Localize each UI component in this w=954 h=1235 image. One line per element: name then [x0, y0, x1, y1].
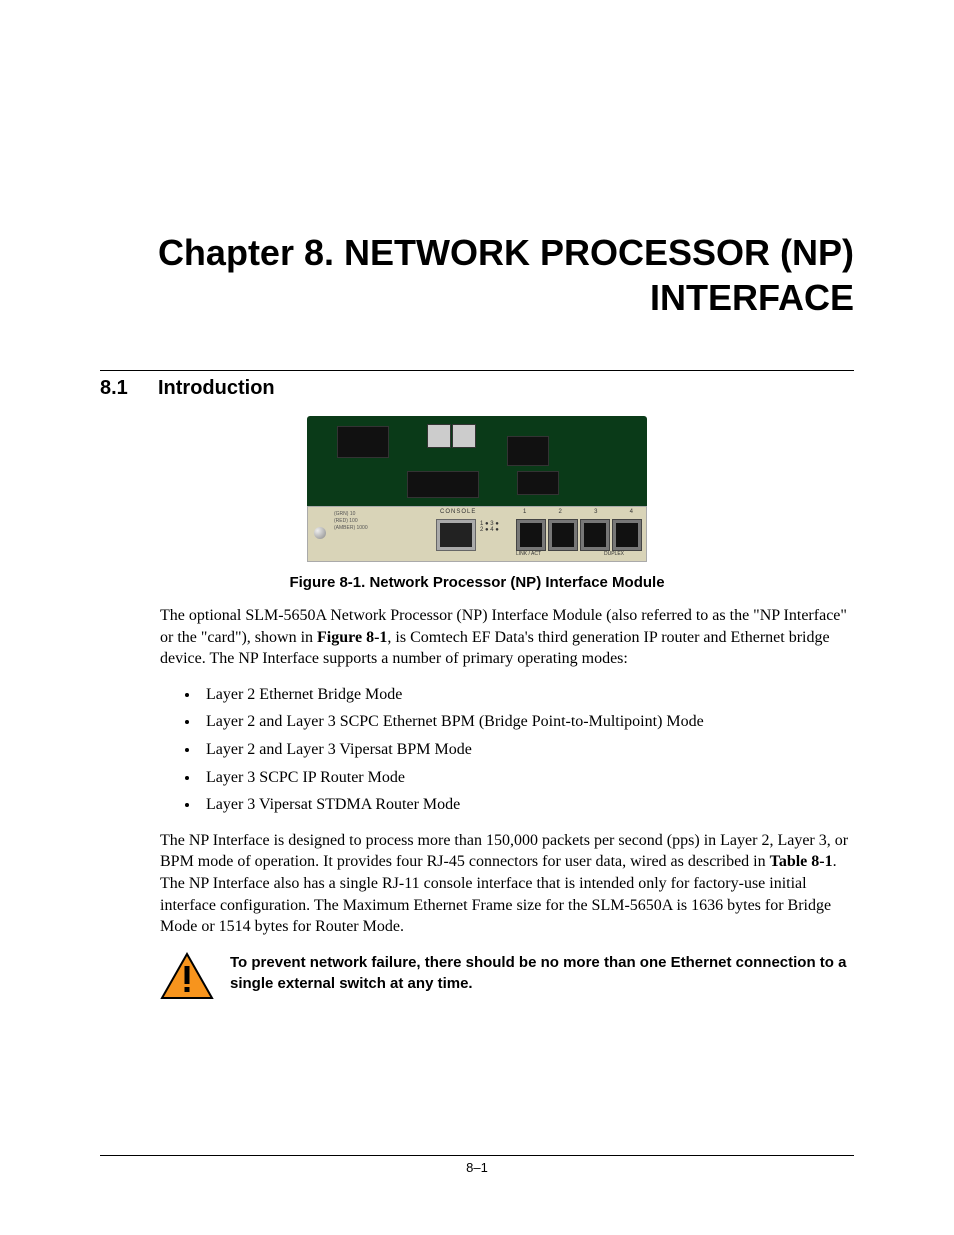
duplex-label: DUPLEX	[604, 551, 624, 557]
intro-paragraph-1: The optional SLM-5650A Network Processor…	[160, 605, 854, 670]
legend-row: (RED) 100	[334, 518, 368, 525]
rj45-ports	[516, 519, 642, 551]
legend-row: (AMBER) 1000	[334, 525, 368, 532]
rj45-port-icon	[516, 519, 546, 551]
figure-caption: Figure 8-1. Network Processor (NP) Inter…	[100, 574, 854, 591]
section-heading: 8.1 Introduction	[100, 377, 854, 400]
list-item: Layer 3 Vipersat STDMA Router Mode	[200, 794, 854, 816]
warning-text: To prevent network failure, there should…	[230, 952, 854, 994]
chip-icon	[407, 471, 479, 498]
list-item: Layer 3 SCPC IP Router Mode	[200, 767, 854, 789]
table-reference: Table 8-1	[770, 853, 833, 870]
warning-note: To prevent network failure, there should…	[160, 952, 854, 1000]
legend-row: (GRN) 10	[334, 511, 368, 518]
page: Chapter 8. NETWORK PROCESSOR (NP) INTERF…	[0, 0, 954, 1235]
intro-paragraph-2: The NP Interface is designed to process …	[160, 830, 854, 938]
np-module-image: (GRN) 10 (RED) 100 (AMBER) 1000 CONSOLE …	[307, 416, 647, 562]
warning-icon	[160, 952, 214, 1000]
chip-icon	[427, 424, 451, 448]
port-led-matrix: 1 ● 3 ● 2 ● 4 ●	[480, 521, 499, 533]
figure-reference: Figure 8-1	[317, 629, 387, 646]
chip-icon	[517, 471, 559, 495]
section-rule	[100, 370, 854, 371]
screw-icon	[314, 527, 326, 539]
chip-icon	[507, 436, 549, 466]
rj45-port-icon	[548, 519, 578, 551]
rj45-port-icon	[580, 519, 610, 551]
figure-8-1: (GRN) 10 (RED) 100 (AMBER) 1000 CONSOLE …	[100, 416, 854, 562]
link-act-label: LINK / ACT	[516, 551, 541, 557]
page-number: 8–1	[466, 1160, 488, 1175]
list-item: Layer 2 Ethernet Bridge Mode	[200, 684, 854, 706]
pcb	[307, 416, 647, 506]
text-fragment: The NP Interface is designed to process …	[160, 832, 848, 871]
console-label: CONSOLE	[440, 509, 476, 515]
chapter-title: Chapter 8. NETWORK PROCESSOR (NP) INTERF…	[100, 230, 854, 320]
operating-mode-list: Layer 2 Ethernet Bridge Mode Layer 2 and…	[160, 684, 854, 816]
section-number: 8.1	[100, 377, 158, 400]
port-num: 1	[523, 509, 526, 515]
led-row: 2 ● 4 ●	[480, 527, 499, 533]
chip-icon	[452, 424, 476, 448]
chip-icon	[337, 426, 389, 458]
rj11-port-icon	[436, 519, 476, 551]
list-item: Layer 2 and Layer 3 SCPC Ethernet BPM (B…	[200, 711, 854, 733]
rj45-port-icon	[612, 519, 642, 551]
section-title: Introduction	[158, 377, 275, 400]
port-num: 2	[559, 509, 562, 515]
faceplate: (GRN) 10 (RED) 100 (AMBER) 1000 CONSOLE …	[307, 506, 647, 562]
port-num: 3	[594, 509, 597, 515]
port-number-labels: 1 2 3 4	[523, 509, 633, 515]
footer-rule	[100, 1155, 854, 1156]
speed-led-legend: (GRN) 10 (RED) 100 (AMBER) 1000	[334, 511, 368, 532]
list-item: Layer 2 and Layer 3 Vipersat BPM Mode	[200, 739, 854, 761]
page-footer: 8–1	[100, 1155, 854, 1175]
port-num: 4	[630, 509, 633, 515]
